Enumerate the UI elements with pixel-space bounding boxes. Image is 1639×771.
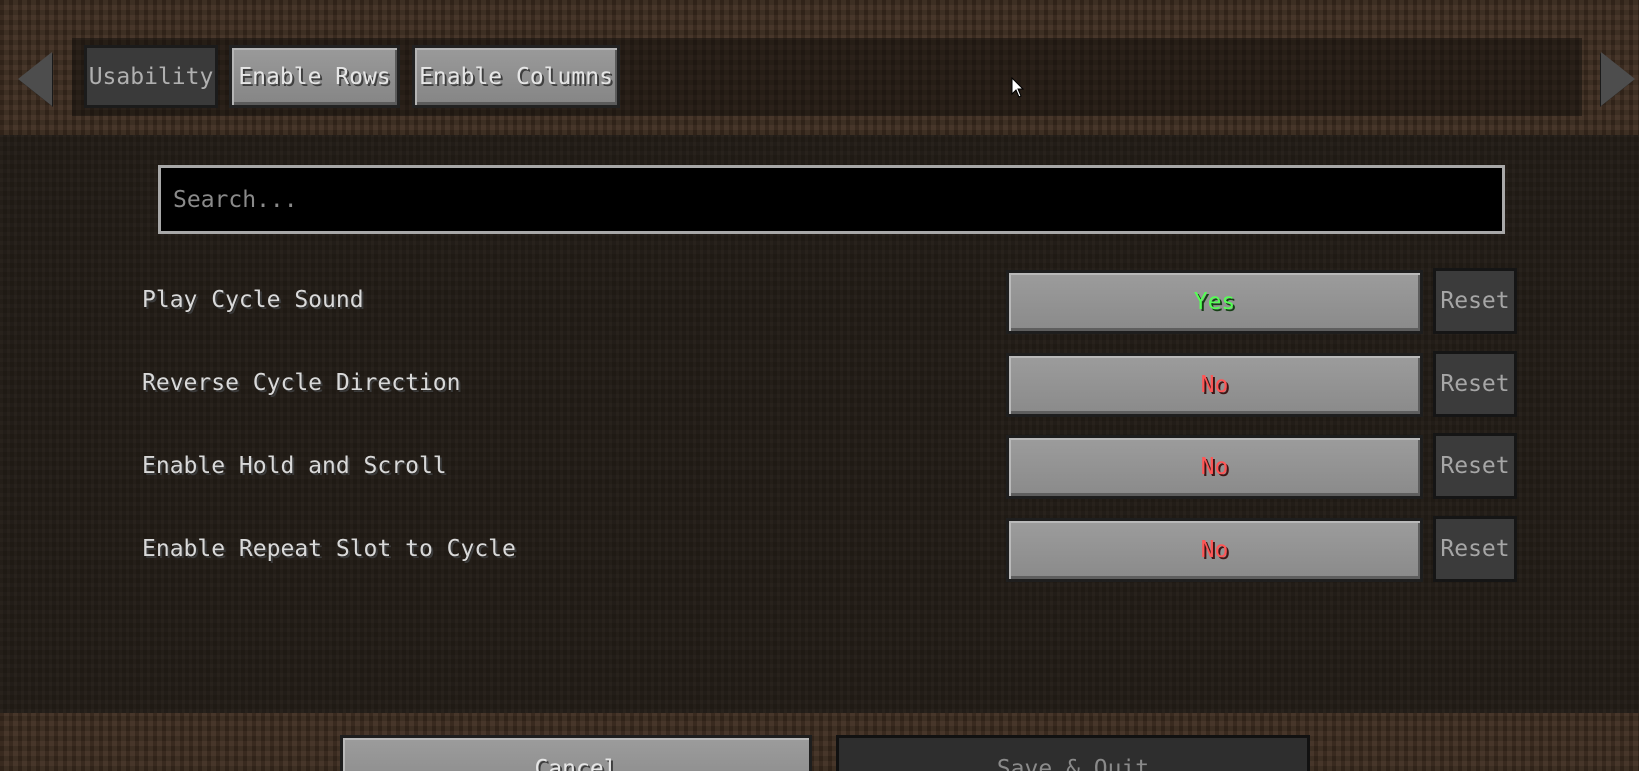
save-and-quit-button-label: Save & Quit bbox=[996, 756, 1150, 771]
search-input[interactable] bbox=[171, 185, 1492, 214]
config-screen: Usability Enable Rows Enable Columns Pla… bbox=[0, 0, 1639, 771]
reset-enable-hold-and-scroll-button[interactable]: Reset bbox=[1433, 433, 1517, 499]
reverse-cycle-direction-toggle[interactable]: No bbox=[1006, 353, 1423, 417]
next-tab-arrow-icon[interactable] bbox=[1601, 52, 1635, 106]
footer-bar bbox=[0, 713, 1639, 771]
toggle-value: No bbox=[1200, 454, 1229, 480]
toggle-value: No bbox=[1200, 372, 1229, 398]
mouse-pointer-icon bbox=[1011, 77, 1025, 98]
reset-play-cycle-sound-button[interactable]: Reset bbox=[1433, 268, 1517, 334]
toggle-value: Yes bbox=[1193, 289, 1236, 315]
option-label-reverse-cycle-direction: Reverse Cycle Direction bbox=[142, 370, 461, 396]
enable-repeat-slot-to-cycle-toggle[interactable]: No bbox=[1006, 518, 1423, 582]
tab-enable-columns[interactable]: Enable Columns bbox=[412, 45, 620, 108]
reset-enable-repeat-slot-to-cycle-button[interactable]: Reset bbox=[1433, 516, 1517, 582]
option-label-enable-hold-and-scroll: Enable Hold and Scroll bbox=[142, 453, 447, 479]
cancel-button[interactable]: Cancel bbox=[340, 735, 812, 771]
tab-enable-rows[interactable]: Enable Rows bbox=[229, 45, 400, 108]
search-field[interactable] bbox=[158, 165, 1505, 234]
option-label-play-cycle-sound: Play Cycle Sound bbox=[142, 287, 364, 313]
tab-usability[interactable]: Usability bbox=[84, 45, 218, 108]
cancel-button-label: Cancel bbox=[534, 756, 618, 771]
play-cycle-sound-toggle[interactable]: Yes bbox=[1006, 270, 1423, 334]
previous-tab-arrow-icon[interactable] bbox=[18, 52, 52, 106]
enable-hold-and-scroll-toggle[interactable]: No bbox=[1006, 435, 1423, 499]
save-and-quit-button[interactable]: Save & Quit bbox=[836, 735, 1310, 771]
reset-reverse-cycle-direction-button[interactable]: Reset bbox=[1433, 351, 1517, 417]
toggle-value: No bbox=[1200, 537, 1229, 563]
option-label-enable-repeat-slot-to-cycle: Enable Repeat Slot to Cycle bbox=[142, 536, 516, 562]
